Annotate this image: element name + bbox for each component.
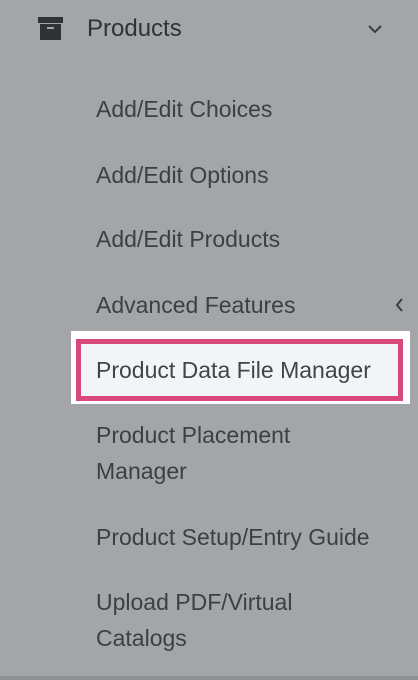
menu-item-add-edit-options[interactable]: Add/Edit Options: [96, 157, 269, 193]
sidebar-bottom-divider: [0, 676, 418, 680]
menu-item-add-edit-choices[interactable]: Add/Edit Choices: [96, 91, 272, 127]
products-section-header[interactable]: Products: [0, 0, 418, 58]
menu-item-label-line: Catalogs: [96, 625, 187, 651]
menu-item-label-line: Manager: [96, 458, 187, 484]
menu-item-product-data-file-manager[interactable]: Product Data File Manager: [96, 352, 371, 388]
archive-box-icon: [38, 17, 63, 40]
menu-item-product-setup-entry-guide[interactable]: Product Setup/Entry Guide: [96, 519, 370, 555]
menu-item-product-placement-manager[interactable]: Product Placement Manager: [96, 417, 290, 489]
sidebar-menu: Products Add/Edit Choices Add/Edit Optio…: [0, 0, 418, 680]
menu-item-add-edit-products[interactable]: Add/Edit Products: [96, 221, 280, 257]
chevron-left-icon[interactable]: [395, 297, 404, 313]
menu-item-advanced-features[interactable]: Advanced Features: [96, 287, 295, 323]
chevron-down-icon[interactable]: [367, 24, 383, 34]
menu-item-label-line: Upload PDF/Virtual: [96, 589, 293, 615]
products-section-title: Products: [87, 15, 182, 42]
menu-item-label-line: Product Placement: [96, 422, 291, 448]
menu-item-upload-pdf-virtual-catalogs[interactable]: Upload PDF/Virtual Catalogs: [96, 584, 292, 656]
